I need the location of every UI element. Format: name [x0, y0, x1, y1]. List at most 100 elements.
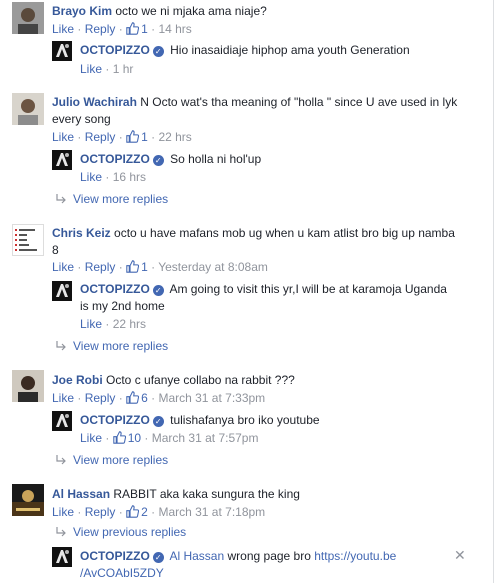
comment-time[interactable]: 14 hrs: [158, 22, 191, 36]
reply-author[interactable]: OCTOPIZZO: [80, 43, 150, 57]
separator: ·: [118, 130, 123, 144]
reply-body: OCTOPIZZO ✓ Hio inasaidiaje hiphop ama yo…: [80, 42, 410, 59]
avatar[interactable]: [52, 411, 72, 431]
avatar[interactable]: [12, 2, 44, 34]
reply-text-line-1: Am going to visit this yr,I will be at k…: [169, 282, 447, 296]
comment-author[interactable]: Julio Wachirah: [52, 95, 137, 109]
reply-actions: Like · 22 hrs: [80, 316, 146, 332]
thumbs-up-icon: [126, 260, 140, 273]
like-link[interactable]: Like: [52, 260, 74, 274]
close-icon[interactable]: ✕: [454, 548, 466, 562]
comment-author[interactable]: Al Hassan: [52, 487, 110, 501]
separator: ·: [118, 391, 123, 405]
comment-author[interactable]: Brayo Kim: [52, 4, 112, 18]
reply-arrow-icon: [56, 194, 66, 204]
reply-time[interactable]: 1 hr: [113, 62, 134, 76]
like-link[interactable]: Like: [80, 431, 102, 445]
like-link[interactable]: Like: [80, 170, 102, 184]
comment-time[interactable]: Yesterday at 8:08am: [158, 260, 268, 274]
avatar[interactable]: [52, 281, 72, 301]
verified-badge-icon: ✓: [152, 155, 164, 166]
comment-text: octo we ni mjaka ama niaje?: [115, 4, 267, 18]
reply-actions: Like · 10 · March 31 at 7:57pm: [80, 430, 258, 446]
reply-arrow-icon: [56, 341, 66, 351]
reply-link[interactable]: Reply: [85, 391, 116, 405]
like-count[interactable]: 6: [126, 391, 148, 405]
like-count[interactable]: 1: [126, 260, 148, 274]
separator: ·: [77, 130, 82, 144]
separator: ·: [151, 22, 156, 36]
view-more-replies-link[interactable]: View more replies: [55, 338, 168, 354]
like-count[interactable]: 1: [126, 22, 148, 36]
like-link[interactable]: Like: [52, 130, 74, 144]
reply-link[interactable]: Reply: [85, 22, 116, 36]
separator: ·: [118, 22, 123, 36]
comment-actions: Like · Reply · 2 · March 31 at 7:18pm: [52, 504, 265, 520]
reply-text: tulishafanya bro iko youtube: [170, 413, 320, 427]
url-link[interactable]: https://youtu.be: [314, 549, 396, 563]
comment-text: RABBIT aka kaka sungura the king: [113, 487, 300, 501]
like-link[interactable]: Like: [52, 22, 74, 36]
comment-body: Chris Keiz octo u have mafans mob ug whe…: [52, 225, 472, 259]
comment-author[interactable]: Joe Robi: [52, 373, 103, 387]
reply-text-line-2: is my 2nd home: [80, 299, 165, 313]
avatar[interactable]: [12, 484, 44, 516]
reply-author[interactable]: OCTOPIZZO: [80, 549, 150, 563]
comment-text: Octo c ufanye collabo na rabbit ???: [106, 373, 295, 387]
like-count[interactable]: 1: [126, 130, 148, 144]
avatar[interactable]: [52, 41, 72, 61]
separator: ·: [105, 170, 110, 184]
reply-time[interactable]: 22 hrs: [113, 317, 146, 331]
separator: ·: [151, 391, 156, 405]
view-previous-replies-link[interactable]: View previous replies: [55, 524, 186, 540]
reply-arrow-icon: [56, 527, 66, 537]
like-count[interactable]: 10: [112, 431, 141, 445]
comment-time[interactable]: March 31 at 7:33pm: [158, 391, 265, 405]
avatar[interactable]: [52, 547, 72, 567]
reply-author[interactable]: OCTOPIZZO: [80, 413, 150, 427]
reply-link[interactable]: Reply: [85, 505, 116, 519]
avatar[interactable]: [12, 370, 44, 402]
comment-text-line-2: 8: [52, 243, 59, 257]
thumbs-up-icon: [112, 431, 126, 444]
separator: ·: [77, 260, 82, 274]
reply-time[interactable]: 16 hrs: [113, 170, 146, 184]
separator: ·: [105, 62, 110, 76]
separator: ·: [118, 505, 123, 519]
avatar[interactable]: [12, 224, 44, 256]
comment-thread: Brayo Kim octo we ni mjaka ama niaje? Li…: [0, 0, 494, 583]
separator: ·: [151, 505, 156, 519]
verified-badge-icon: ✓: [152, 416, 164, 427]
view-more-replies-link[interactable]: View more replies: [55, 191, 168, 207]
like-link[interactable]: Like: [80, 62, 102, 76]
thumbs-up-icon: [126, 22, 140, 35]
thumbs-up-icon: [126, 130, 140, 143]
reply-author[interactable]: OCTOPIZZO: [80, 282, 150, 296]
comment-time[interactable]: 22 hrs: [158, 130, 191, 144]
thumbs-up-icon: [126, 391, 140, 404]
reply-author[interactable]: OCTOPIZZO: [80, 152, 150, 166]
avatar[interactable]: [52, 150, 72, 170]
comment-text-line-2: every song: [52, 112, 111, 126]
comment-time[interactable]: March 31 at 7:18pm: [158, 505, 265, 519]
reply-body: OCTOPIZZO ✓ Am going to visit this yr,I w…: [80, 281, 470, 315]
thumbs-up-icon: [126, 505, 140, 518]
reply-body: OCTOPIZZO ✓ Al Hassan wrong page bro http…: [80, 548, 430, 582]
url-link-continued[interactable]: /AvCOAbI5ZDY: [80, 566, 164, 580]
reply-link[interactable]: Reply: [85, 260, 116, 274]
reply-body: OCTOPIZZO ✓ tulishafanya bro iko youtube: [80, 412, 320, 429]
reply-time[interactable]: March 31 at 7:57pm: [152, 431, 259, 445]
avatar[interactable]: [12, 93, 44, 125]
mention-link[interactable]: Al Hassan: [169, 549, 224, 563]
like-link[interactable]: Like: [52, 505, 74, 519]
separator: ·: [118, 260, 123, 274]
reply-link[interactable]: Reply: [85, 130, 116, 144]
view-more-replies-link[interactable]: View more replies: [55, 452, 168, 468]
separator: ·: [151, 130, 156, 144]
like-count[interactable]: 2: [126, 505, 148, 519]
separator: ·: [151, 260, 156, 274]
reply-arrow-icon: [56, 455, 66, 465]
comment-author[interactable]: Chris Keiz: [52, 226, 111, 240]
like-link[interactable]: Like: [52, 391, 74, 405]
like-link[interactable]: Like: [80, 317, 102, 331]
